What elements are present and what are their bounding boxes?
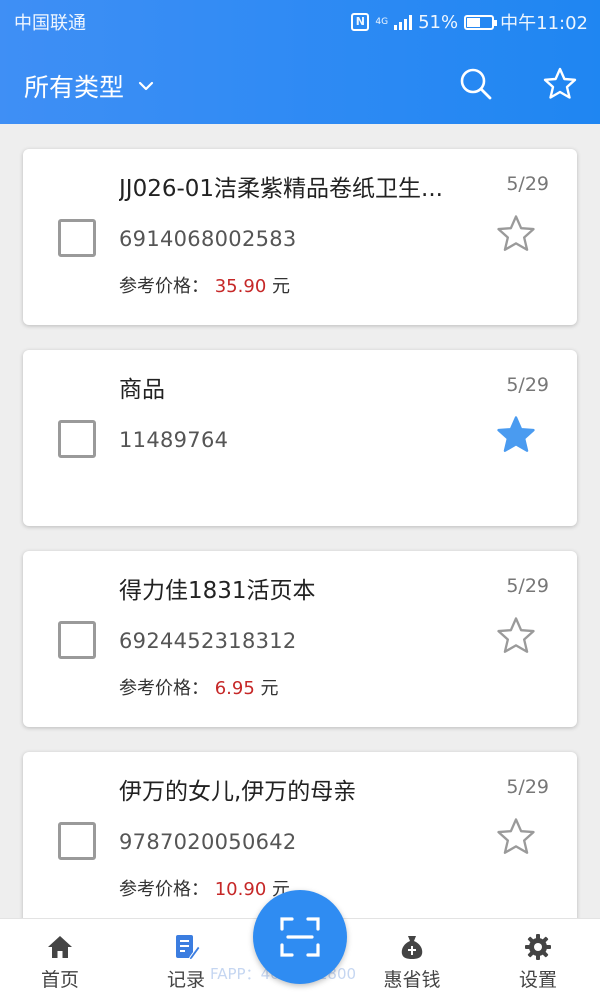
item-checkbox[interactable]: [58, 219, 96, 257]
type-filter-dropdown[interactable]: 所有类型: [24, 68, 154, 104]
item-barcode: 9787020050642: [119, 830, 297, 854]
item-price-row: 参考价格： 6.95 元: [119, 674, 279, 700]
item-date: 5/29: [506, 575, 549, 597]
app-header: 中国联通 N 4G 51% 中午11:02 所有类型: [0, 0, 600, 124]
nav-save-money-label: 惠省钱: [383, 969, 441, 991]
signal-icon: [394, 14, 413, 30]
item-date: 5/29: [506, 173, 549, 195]
price-value: 6.95: [214, 678, 255, 699]
star-outline-icon[interactable]: [495, 615, 537, 657]
item-checkbox[interactable]: [58, 621, 96, 659]
star-filled-icon[interactable]: [495, 414, 537, 456]
item-name: 伊万的女儿,伊万的母亲: [119, 779, 357, 805]
money-bag-icon: [401, 936, 423, 959]
type-filter-label: 所有类型: [24, 73, 125, 102]
price-value: 35.90: [214, 276, 267, 297]
nav-home[interactable]: 首页: [5, 919, 115, 994]
gear-icon: [525, 934, 551, 960]
scan-button[interactable]: [253, 890, 347, 984]
search-button[interactable]: [456, 64, 496, 104]
item-checkbox[interactable]: [58, 822, 96, 860]
battery-percent: 51%: [418, 11, 459, 33]
nfc-icon: N: [351, 13, 370, 31]
item-name: 商品: [119, 377, 165, 403]
scan-icon: [280, 917, 320, 957]
star-outline-icon[interactable]: [495, 213, 537, 255]
carrier-label: 中国联通: [14, 13, 86, 34]
home-icon: [48, 936, 72, 958]
price-label: 参考价格：: [119, 879, 209, 900]
price-unit: 元: [272, 276, 290, 297]
battery-icon: [464, 14, 498, 30]
item-price-row: 参考价格： 10.90 元: [119, 875, 290, 901]
favorites-button[interactable]: [540, 64, 580, 104]
item-name: JJ026-01洁柔紫精品卷纸卫生...: [119, 176, 443, 202]
price-unit: 元: [260, 678, 279, 699]
nav-home-label: 首页: [40, 969, 79, 991]
star-outline-icon[interactable]: [495, 816, 537, 858]
item-barcode: 6924452318312: [119, 629, 297, 653]
network-type: 4G: [375, 16, 389, 27]
item-barcode: 6914068002583: [119, 227, 297, 251]
status-bar: 中国联通 N 4G 51% 中午11:02: [0, 0, 600, 42]
price-label: 参考价格：: [119, 276, 209, 297]
item-checkbox[interactable]: [58, 420, 96, 458]
price-label: 参考价格：: [119, 678, 209, 699]
clock: 中午11:02: [500, 13, 588, 34]
item-date: 5/29: [506, 776, 549, 798]
item-price-row: 参考价格： 35.90 元: [119, 272, 290, 298]
nav-settings[interactable]: 设置: [483, 919, 593, 994]
item-name: 得力佳1831活页本: [119, 578, 316, 604]
item-date: 5/29: [506, 374, 549, 396]
star-outline-icon: [543, 67, 577, 99]
nav-settings-label: 设置: [518, 969, 557, 991]
price-value: 10.90: [214, 879, 267, 900]
list-item[interactable]: 得力佳1831活页本 5/29 6924452318312 参考价格： 6.95…: [23, 551, 577, 727]
toolbar: 所有类型: [0, 60, 600, 110]
nav-save-money[interactable]: 惠省钱: [357, 919, 467, 994]
records-icon: [176, 935, 200, 961]
search-icon: [460, 68, 492, 100]
list-item[interactable]: 商品 5/29 11489764: [23, 350, 577, 526]
chevron-down-icon: [138, 81, 154, 91]
list-item[interactable]: JJ026-01洁柔紫精品卷纸卫生... 5/29 6914068002583 …: [23, 149, 577, 325]
status-indicators: N 4G 51% 中午11:02: [351, 9, 588, 35]
item-barcode: 11489764: [119, 428, 229, 452]
record-list[interactable]: JJ026-01洁柔紫精品卷纸卫生... 5/29 6914068002583 …: [0, 124, 600, 918]
